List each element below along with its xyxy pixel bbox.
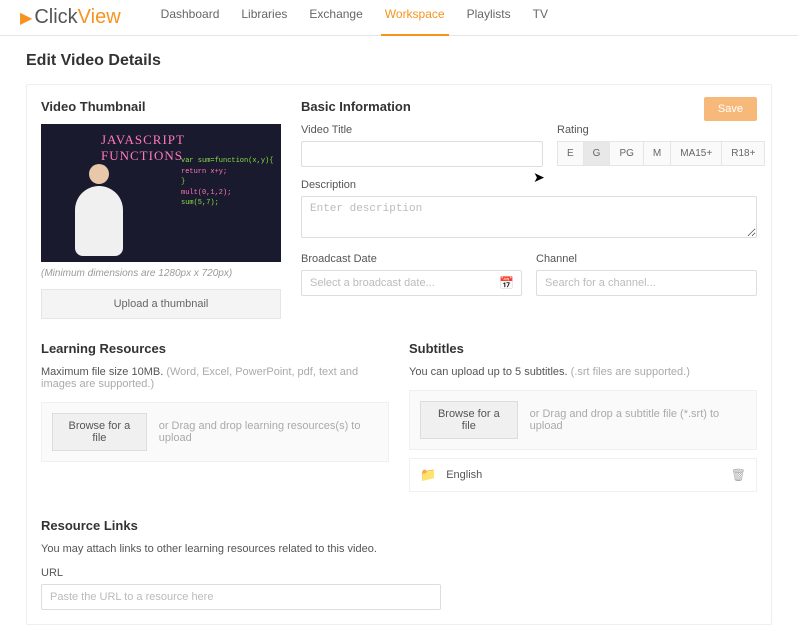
subtitles-drag-text: or Drag and drop a subtitle file (*.srt)… (530, 408, 746, 432)
rating-ma15plus[interactable]: MA15+ (670, 141, 722, 166)
url-input[interactable] (41, 584, 441, 610)
resource-links-hint: You may attach links to other learning r… (41, 543, 757, 555)
save-button[interactable]: Save (704, 97, 757, 121)
rating-label: Rating (557, 124, 757, 136)
learning-resources-heading: Learning Resources (41, 341, 389, 356)
subtitles-hint-main: You can upload up to 5 subtitles. (409, 366, 568, 378)
logo-text-2: View (78, 6, 121, 29)
rating-group: EGPGMMA15+R18+ (557, 141, 757, 166)
video-title-label: Video Title (301, 124, 543, 136)
thumbnail-dimensions-note: (Minimum dimensions are 1280px x 720px) (41, 268, 281, 279)
thumbnail-heading: Video Thumbnail (41, 99, 281, 114)
subtitles-hint-muted: (.srt files are supported.) (571, 366, 690, 378)
nav-exchange[interactable]: Exchange (309, 7, 362, 29)
rating-r18plus[interactable]: R18+ (721, 141, 765, 166)
upload-thumbnail-button[interactable]: Upload a thumbnail (41, 289, 281, 319)
nav-tv[interactable]: TV (533, 7, 548, 29)
video-title-input[interactable] (301, 141, 543, 167)
url-label: URL (41, 567, 757, 579)
basic-info-heading: Basic Information (301, 99, 757, 114)
rating-m[interactable]: M (643, 141, 671, 166)
rating-pg[interactable]: PG (609, 141, 643, 166)
learning-hint: Maximum file size 10MB. (Word, Excel, Po… (41, 366, 389, 390)
subtitles-browse-button[interactable]: Browse for a file (420, 401, 518, 439)
main-nav: Dashboard Libraries Exchange Workspace Playl… (161, 7, 548, 29)
learning-dropzone[interactable]: Browse for a file or Drag and drop learn… (41, 402, 389, 462)
thumbnail-code: var sum=function(x,y){ return x+y;}mult(… (181, 156, 273, 209)
folder-icon: 📁 (420, 467, 436, 483)
nav-libraries[interactable]: Libraries (241, 7, 287, 29)
trash-icon[interactable]: 🗑 (731, 468, 746, 482)
learning-hint-main: Maximum file size 10MB. (41, 366, 163, 378)
description-input[interactable] (301, 196, 757, 238)
subtitles-hint: You can upload up to 5 subtitles. (.srt … (409, 366, 757, 378)
top-bar: ▶ ClickView Dashboard Libraries Exchange Wo… (0, 0, 798, 36)
description-label: Description (301, 179, 757, 191)
subtitles-dropzone[interactable]: Browse for a file or Drag and drop a sub… (409, 390, 757, 450)
page-title: Edit Video Details (26, 52, 772, 70)
edit-panel: Video Thumbnail JAVASCRIPT FUNCTIONS var… (26, 84, 772, 625)
subtitles-heading: Subtitles (409, 341, 757, 356)
nav-workspace[interactable]: Workspace (385, 7, 445, 29)
resource-links-heading: Resource Links (41, 518, 757, 533)
subtitle-name: English (446, 469, 731, 481)
subtitle-item: 📁 English 🗑 (409, 458, 757, 492)
nav-dashboard[interactable]: Dashboard (161, 7, 220, 29)
rating-e[interactable]: E (557, 141, 584, 166)
logo[interactable]: ▶ ClickView (20, 6, 121, 29)
video-thumbnail[interactable]: JAVASCRIPT FUNCTIONS var sum=function(x,… (41, 124, 281, 262)
broadcast-date-input[interactable] (301, 270, 522, 296)
logo-icon: ▶ (20, 8, 32, 28)
logo-text-1: Click (34, 6, 77, 29)
channel-label: Channel (536, 253, 757, 265)
broadcast-date-label: Broadcast Date (301, 253, 522, 265)
rating-g[interactable]: G (583, 141, 611, 166)
learning-browse-button[interactable]: Browse for a file (52, 413, 147, 451)
channel-input[interactable] (536, 270, 757, 296)
thumbnail-figure (69, 164, 129, 256)
nav-playlists[interactable]: Playlists (467, 7, 511, 29)
learning-drag-text: or Drag and drop learning resources(s) t… (159, 420, 378, 444)
